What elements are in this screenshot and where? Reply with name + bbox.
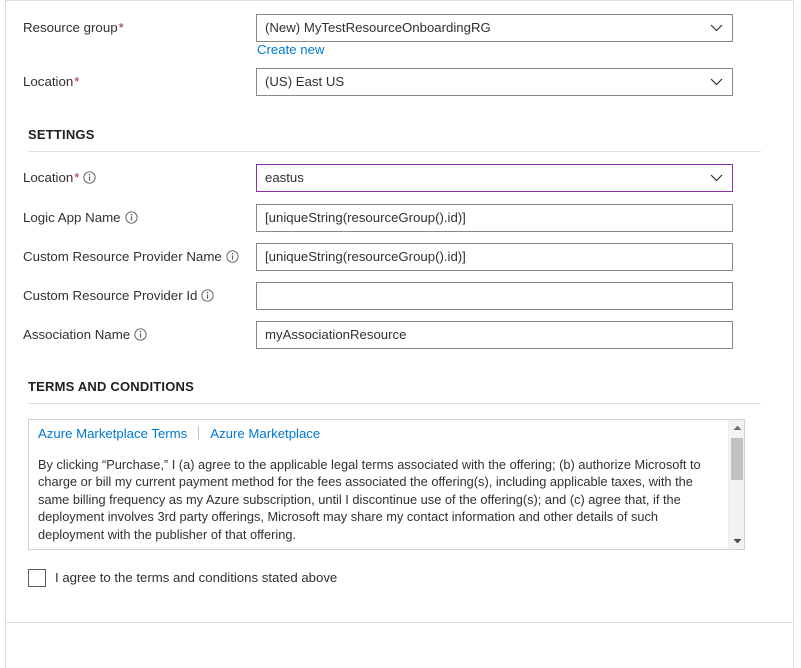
custom-resource-provider-name-label-text: Custom Resource Provider Name (23, 249, 222, 264)
terms-body-text: By clicking “Purchase,” I (a) agree to t… (38, 457, 701, 542)
terms-and-conditions-box: Azure Marketplace Terms Azure Marketplace… (28, 419, 745, 550)
resource-group-label: Resource group* (23, 14, 124, 42)
agree-terms-checkbox[interactable] (28, 569, 46, 587)
settings-section-title: SETTINGS (28, 127, 95, 142)
field-row-settings-location: Location* eastus (6, 164, 793, 192)
logic-app-name-label-text: Logic App Name (23, 210, 121, 225)
info-icon[interactable] (134, 328, 147, 341)
required-asterisk: * (118, 20, 124, 35)
chevron-down-icon (707, 15, 725, 41)
field-row-resource-group: Resource group* (New) MyTestResourceOnbo… (6, 14, 793, 42)
resource-group-value: (New) MyTestResourceOnboardingRG (265, 20, 491, 35)
blade-content: Resource group* (New) MyTestResourceOnbo… (5, 0, 794, 622)
scroll-up-arrow-icon[interactable] (729, 420, 745, 436)
create-new-resource-group-link[interactable]: Create new (257, 42, 324, 57)
info-icon[interactable] (124, 211, 138, 224)
location-basics-label: Location* (23, 68, 79, 96)
association-name-label-text: Association Name (23, 327, 131, 342)
create-new-link-row: Create new (257, 42, 324, 57)
blade-footer: Purchase (5, 622, 794, 668)
scroll-down-arrow-icon[interactable] (729, 533, 745, 549)
custom-resource-provider-name-input[interactable]: [uniqueString(resourceGroup().id)] (256, 243, 733, 271)
agree-terms-label: I agree to the terms and conditions stat… (55, 570, 338, 585)
settings-section-divider (28, 151, 761, 152)
custom-resource-provider-id-value (265, 283, 724, 309)
settings-location-dropdown[interactable]: eastus (256, 164, 733, 192)
azure-marketplace-link[interactable]: Azure Marketplace (210, 426, 320, 441)
chevron-down-icon (707, 69, 725, 95)
info-icon[interactable] (83, 171, 97, 184)
azure-marketplace-terms-link[interactable]: Azure Marketplace Terms (38, 426, 187, 441)
info-icon[interactable] (226, 250, 239, 263)
logic-app-name-input[interactable]: [uniqueString(resourceGroup().id)] (256, 204, 733, 232)
field-row-custom-resource-provider-id: Custom Resource Provider Id (6, 282, 793, 310)
required-asterisk: * (74, 74, 80, 89)
terms-links: Azure Marketplace Terms Azure Marketplace (38, 426, 320, 441)
resource-group-dropdown[interactable]: (New) MyTestResourceOnboardingRG (256, 14, 733, 42)
settings-location-label: Location* (23, 164, 97, 192)
terms-section-divider (28, 403, 761, 404)
terms-scrollbar[interactable] (728, 420, 744, 549)
field-row-custom-resource-provider-name: Custom Resource Provider Name [uniqueStr… (6, 243, 793, 271)
field-row-association-name: Association Name myAssociationResource (6, 321, 793, 349)
resource-group-label-text: Resource group (23, 20, 118, 35)
field-row-logic-app-name: Logic App Name [uniqueString(resourceGro… (6, 204, 793, 232)
location-basics-value: (US) East US (265, 74, 345, 89)
settings-location-value: eastus (265, 170, 304, 185)
required-asterisk: * (74, 170, 80, 185)
logic-app-name-label: Logic App Name (23, 204, 138, 232)
terms-section-title: TERMS AND CONDITIONS (28, 379, 195, 394)
custom-resource-provider-id-input[interactable] (256, 282, 733, 310)
logic-app-name-value: [uniqueString(resourceGroup().id)] (265, 210, 466, 225)
custom-resource-provider-name-value: [uniqueString(resourceGroup().id)] (265, 249, 466, 264)
scrollbar-thumb[interactable] (731, 438, 743, 480)
association-name-input[interactable]: myAssociationResource (256, 321, 733, 349)
custom-resource-provider-id-label-text: Custom Resource Provider Id (23, 288, 198, 303)
chevron-down-icon (707, 165, 725, 191)
link-separator (198, 426, 200, 440)
association-name-value: myAssociationResource (265, 327, 407, 342)
location-basics-label-text: Location (23, 74, 74, 89)
custom-resource-provider-id-label: Custom Resource Provider Id (23, 282, 215, 310)
association-name-label: Association Name (23, 321, 147, 349)
settings-location-label-text: Location (23, 170, 74, 185)
field-row-location-basics: Location* (US) East US (6, 68, 793, 96)
location-basics-dropdown[interactable]: (US) East US (256, 68, 733, 96)
azure-create-blade: Resource group* (New) MyTestResourceOnbo… (0, 0, 801, 668)
info-icon[interactable] (201, 289, 215, 302)
custom-resource-provider-name-label: Custom Resource Provider Name (23, 243, 239, 271)
